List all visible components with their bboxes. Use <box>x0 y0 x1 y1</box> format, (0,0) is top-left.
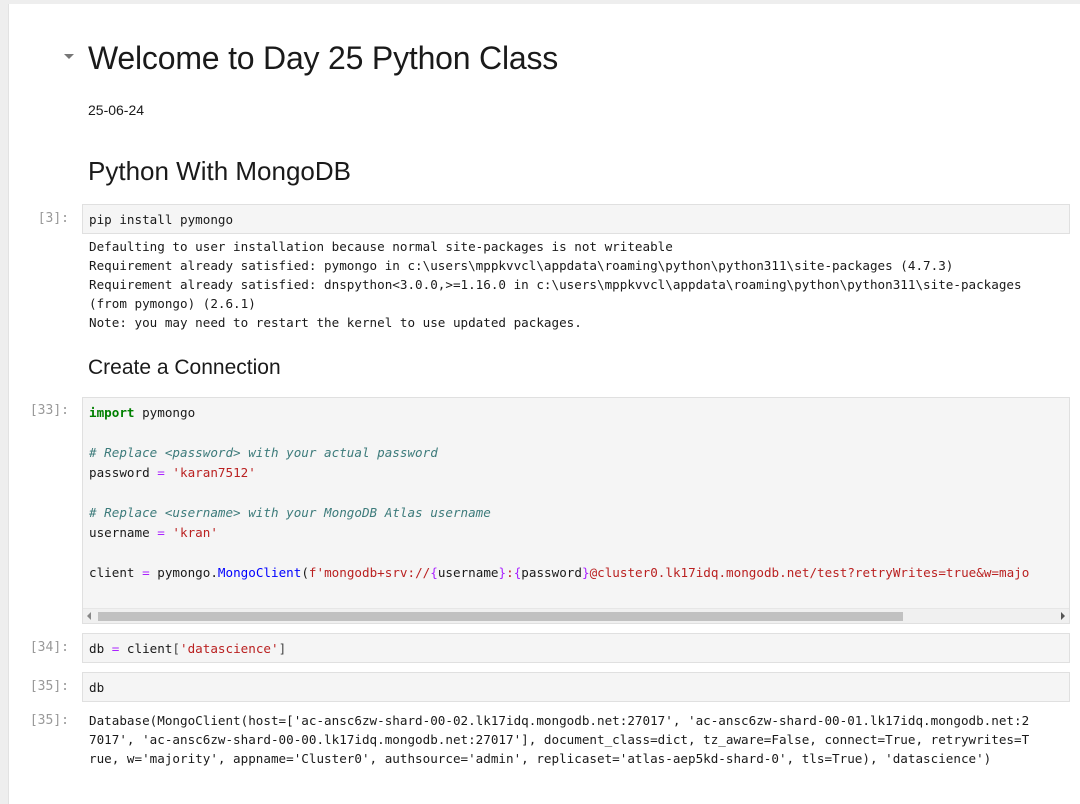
code-token: } <box>581 565 590 580</box>
code-cell-pip-install[interactable]: pip install pymongo <box>82 204 1070 234</box>
heading-python-mongodb: Python With MongoDB <box>88 156 352 186</box>
code-token: { <box>430 565 438 580</box>
string: : <box>506 565 514 580</box>
string: 'kran' <box>164 525 218 540</box>
scroll-thumb[interactable] <box>98 612 903 621</box>
code-token: pymongo <box>134 405 196 420</box>
code-token: username <box>89 525 158 540</box>
cell-output-db: Database(MongoClient(host=['ac-ansc6zw-s… <box>89 713 1030 766</box>
code-cell-db-eval[interactable]: db <box>82 672 1070 702</box>
cell-prompt: [34]: <box>29 640 69 655</box>
horizontal-scrollbar[interactable] <box>83 608 1069 623</box>
heading-create-connection: Create a Connection <box>88 356 281 379</box>
cell-prompt: [3]: <box>37 211 69 226</box>
date-text: 25-06-24 <box>88 102 145 118</box>
collapse-caret-icon[interactable] <box>64 54 74 59</box>
output-prompt: [35]: <box>29 713 69 728</box>
code-token: db <box>89 641 112 656</box>
scroll-left-icon[interactable] <box>87 612 91 620</box>
keyword: import <box>89 405 135 420</box>
code-token: client <box>89 565 143 580</box>
notebook-page: Welcome to Day 25 Python Class 25-06-24 … <box>8 4 1080 804</box>
code-token: } <box>498 565 507 580</box>
cell-prompt: [33]: <box>29 403 69 418</box>
operator: = <box>157 525 165 540</box>
code-cell-connection[interactable]: import pymongo # Replace <password> with… <box>82 397 1070 624</box>
code-token: password <box>521 565 582 580</box>
code-text: db <box>89 680 105 695</box>
code-text: db = client['datascience'] <box>89 639 1067 659</box>
string: 'datascience' <box>180 641 279 656</box>
operator: = <box>142 565 150 580</box>
code-token: ( <box>301 565 309 580</box>
cell-output-pip: Defaulting to user installation because … <box>89 239 1022 330</box>
comment: # Replace <username> with your MongoDB A… <box>89 505 491 520</box>
code-token: password <box>89 465 158 480</box>
cell-prompt: [35]: <box>29 679 69 694</box>
code-cell-db[interactable]: db = client['datascience'] <box>82 633 1070 663</box>
operator: = <box>157 465 165 480</box>
scroll-right-icon[interactable] <box>1061 612 1065 620</box>
code-text: import pymongo # Replace <password> with… <box>89 403 1067 583</box>
code-text: pip install pymongo <box>89 212 234 227</box>
string: @cluster0.lk17idq.mongodb.net/test?retry… <box>589 565 1030 580</box>
string: 'karan7512' <box>164 465 256 480</box>
code-token: [ <box>172 641 181 656</box>
function-name: MongoClient <box>217 565 302 580</box>
code-token: username <box>437 565 499 580</box>
notebook-title: Welcome to Day 25 Python Class <box>88 40 559 76</box>
code-token: pymongo. <box>149 565 218 580</box>
code-token: client <box>119 641 173 656</box>
string: f'mongodb+srv:// <box>308 565 431 580</box>
comment: # Replace <password> with your actual pa… <box>89 445 438 460</box>
code-token: ] <box>278 641 287 656</box>
